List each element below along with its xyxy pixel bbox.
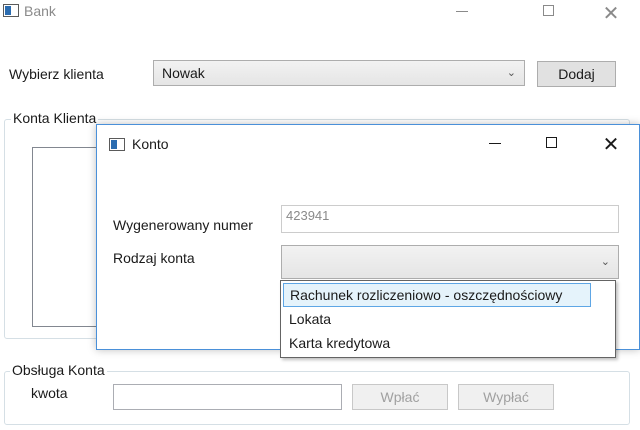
number-label: Wygenerowany numer bbox=[113, 217, 253, 233]
client-combobox[interactable]: Nowak ⌄ bbox=[153, 60, 525, 86]
amount-input[interactable] bbox=[113, 384, 342, 410]
account-type-dropdown: Rachunek rozliczeniowo - oszczędnościowy… bbox=[280, 280, 616, 358]
dialog-icon bbox=[109, 138, 125, 151]
accounts-group-title: Konta Klienta bbox=[11, 110, 99, 126]
dropdown-option[interactable]: Rachunek rozliczeniowo - oszczędnościowy bbox=[283, 283, 591, 307]
maximize-icon[interactable] bbox=[533, 5, 563, 16]
client-selected-value: Nowak bbox=[162, 65, 205, 81]
minimize-icon[interactable] bbox=[447, 11, 477, 12]
close-icon[interactable]: ✕ bbox=[596, 132, 626, 157]
deposit-button[interactable]: Wpłać bbox=[352, 384, 448, 410]
add-button[interactable]: Dodaj bbox=[537, 61, 616, 87]
maximize-icon[interactable] bbox=[536, 137, 566, 148]
dialog-title: Konto bbox=[132, 136, 169, 152]
type-label: Rodzaj konta bbox=[113, 250, 195, 266]
client-label: Wybierz klienta bbox=[9, 66, 104, 82]
dropdown-option[interactable]: Lokata bbox=[283, 307, 613, 331]
withdraw-button[interactable]: Wypłać bbox=[458, 384, 554, 410]
chevron-down-icon: ⌄ bbox=[600, 255, 610, 268]
account-type-combobox[interactable]: ⌄ bbox=[281, 245, 619, 279]
window-title: Bank bbox=[24, 3, 56, 19]
minimize-icon[interactable] bbox=[480, 143, 510, 144]
amount-label: kwota bbox=[31, 385, 68, 401]
dropdown-option[interactable]: Karta kredytowa bbox=[283, 331, 613, 355]
app-icon bbox=[3, 4, 19, 17]
service-group-title: Obsługa Konta bbox=[10, 362, 107, 378]
number-field: 423941 bbox=[281, 205, 619, 233]
chevron-down-icon: ⌄ bbox=[506, 66, 516, 79]
close-icon[interactable]: ✕ bbox=[596, 1, 626, 26]
